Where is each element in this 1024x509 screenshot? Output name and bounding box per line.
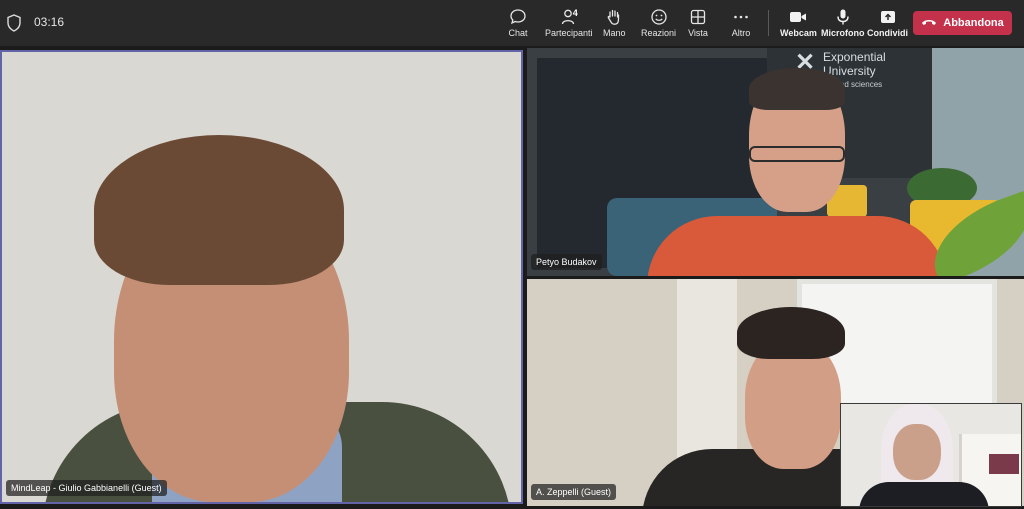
participant-name-label: Petyo Budakov <box>531 254 602 270</box>
video-stage: MindLeap - Giulio Gabbianelli (Guest) ✕ … <box>0 46 1024 509</box>
view-button[interactable]: Vista <box>688 8 708 42</box>
participant-hair <box>94 135 344 285</box>
meeting-toolbar: 03:16 Chat 4 Partecipanti Mano Reazioni … <box>0 0 1024 46</box>
participant-name-label: MindLeap - Giulio Gabbianelli (Guest) <box>6 480 167 496</box>
participant-face <box>893 424 941 480</box>
view-label: Vista <box>688 28 708 38</box>
chat-icon <box>508 8 528 26</box>
more-icon <box>731 8 751 26</box>
toolbar-divider <box>768 10 769 36</box>
share-button[interactable]: Condividi <box>867 8 908 42</box>
microphone-button[interactable]: Microfono <box>821 8 865 42</box>
raise-hand-label: Mano <box>603 28 626 38</box>
raise-hand-button[interactable]: Mano <box>603 8 626 42</box>
people-icon: 4 <box>559 8 579 26</box>
grid-icon <box>688 8 708 26</box>
background-books <box>989 454 1019 474</box>
leave-label: Abbandona <box>943 17 1004 29</box>
meeting-timer: 03:16 <box>34 15 65 29</box>
raise-hand-icon <box>604 8 624 26</box>
reactions-label: Reazioni <box>641 28 677 38</box>
webcam-label: Webcam <box>780 28 817 38</box>
participant-video <box>647 216 947 276</box>
reactions-button[interactable]: Reazioni <box>641 8 676 42</box>
participants-button[interactable]: 4 Partecipanti <box>545 8 593 42</box>
participants-label: Partecipanti <box>545 28 593 38</box>
self-view-tile[interactable] <box>840 403 1022 507</box>
participant-count: 4 <box>572 8 578 18</box>
microphone-icon <box>833 8 853 26</box>
more-label: Altro <box>731 28 751 38</box>
microphone-label: Microfono <box>821 28 865 38</box>
phone-hangup-icon <box>921 14 937 32</box>
share-icon <box>878 8 898 26</box>
video-tile-main-speaker[interactable]: MindLeap - Giulio Gabbianelli (Guest) <box>0 50 523 504</box>
webcam-button[interactable]: Webcam <box>780 8 817 42</box>
camera-icon <box>788 8 808 26</box>
share-label: Condividi <box>867 28 908 38</box>
shield-icon <box>7 14 21 32</box>
participant-video <box>859 482 989 506</box>
video-tile-petyo[interactable]: ✕ Exponential University applied science… <box>527 48 1024 276</box>
participant-glasses <box>749 146 845 162</box>
leave-button[interactable]: Abbandona <box>913 11 1012 35</box>
more-button[interactable]: Altro <box>731 8 751 42</box>
chat-label: Chat <box>508 28 528 38</box>
chat-button[interactable]: Chat <box>508 8 528 42</box>
participant-name-label: A. Zeppelli (Guest) <box>531 484 617 500</box>
logo-line-1: Exponential <box>823 50 886 64</box>
smiley-icon <box>649 8 669 26</box>
participant-hair <box>749 68 845 110</box>
participant-hair <box>737 307 845 359</box>
